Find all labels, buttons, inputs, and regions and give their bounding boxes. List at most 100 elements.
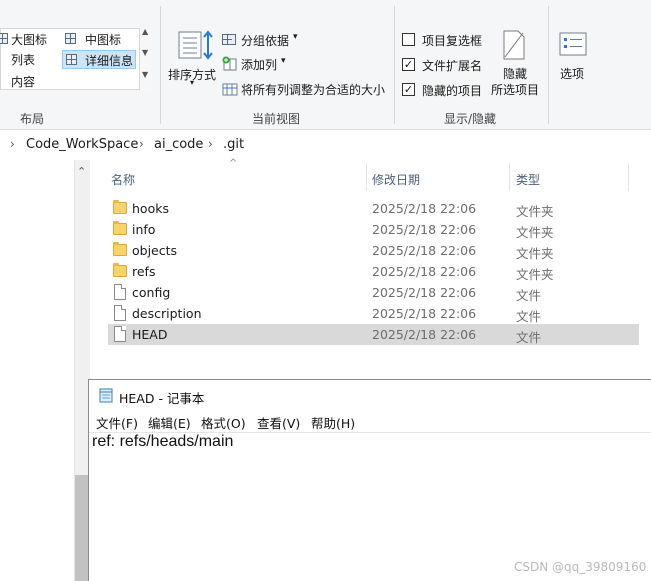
layout-large-icons[interactable]: 大图标 xyxy=(11,31,47,48)
file-type: 文件夹 xyxy=(516,225,554,240)
file-type: 文件 xyxy=(516,288,542,303)
layout-scroll[interactable]: ▲ ▼ ▼ xyxy=(139,27,152,90)
medium-icons-icon xyxy=(65,33,76,44)
file-row[interactable]: description 2025/2/18 22:06 文件 xyxy=(108,303,639,324)
file-row-selected[interactable]: HEAD 2025/2/18 22:06 文件 xyxy=(108,324,639,345)
scroll-down-icon[interactable]: ▼ xyxy=(142,48,148,57)
group-by-label: 分组依据 xyxy=(241,34,290,48)
file-date: 2025/2/18 22:06 xyxy=(372,243,477,258)
notepad-menubar: 文件(F) 编辑(E) 格式(O) 查看(V) 帮助(H) xyxy=(89,410,651,432)
chevron-down-icon: ▾ xyxy=(281,56,286,66)
column-header-date[interactable]: 修改日期 xyxy=(372,171,420,188)
column-header-type[interactable]: 类型 xyxy=(516,171,540,188)
menu-file[interactable]: 文件(F) xyxy=(96,413,138,432)
file-name: config xyxy=(132,285,171,300)
chevron-right-icon[interactable]: › xyxy=(139,137,144,151)
expand-gallery-icon[interactable]: ▼ xyxy=(142,70,148,79)
menu-format[interactable]: 格式(O) xyxy=(201,413,246,432)
folder-icon xyxy=(113,242,127,256)
file-name: hooks xyxy=(132,201,169,216)
file-date: 2025/2/18 22:06 xyxy=(372,222,477,237)
navigation-pane[interactable] xyxy=(0,160,74,581)
column-divider[interactable] xyxy=(366,163,367,191)
file-date: 2025/2/18 22:06 xyxy=(372,327,477,342)
column-divider[interactable] xyxy=(509,163,510,191)
notepad-window[interactable]: HEAD - 记事本 文件(F) 编辑(E) 格式(O) 查看(V) 帮助(H)… xyxy=(88,379,651,581)
file-name: info xyxy=(132,222,156,237)
sort-ascending-icon: ^ xyxy=(229,158,238,169)
group-by-button[interactable]: 分组依据 ▾ xyxy=(222,31,302,49)
hide-selected-icon xyxy=(503,30,525,60)
item-checkboxes-option[interactable]: 项目复选框 xyxy=(402,31,494,49)
column-divider[interactable] xyxy=(628,163,629,191)
menu-edit[interactable]: 编辑(E) xyxy=(148,413,191,432)
file-date: 2025/2/18 22:06 xyxy=(372,264,477,279)
notepad-title: HEAD - 记事本 xyxy=(119,391,205,406)
folder-icon xyxy=(113,200,127,214)
add-columns-button[interactable]: 添加列 ▾ xyxy=(222,55,292,73)
chevron-down-icon: ▾ xyxy=(293,32,298,42)
scroll-up-icon[interactable]: ⌃ xyxy=(77,165,86,178)
large-icons-icon xyxy=(0,33,8,44)
column-header-name[interactable]: 名称 xyxy=(111,171,135,188)
add-columns-label: 添加列 xyxy=(241,58,278,72)
file-type: 文件夹 xyxy=(516,204,554,219)
layout-medium-icons[interactable]: 中图标 xyxy=(85,31,121,48)
details-icon xyxy=(66,54,77,65)
breadcrumb-ai-code[interactable]: ai_code xyxy=(154,137,203,152)
fit-columns-button[interactable]: 将所有列调整为合适的大小 xyxy=(222,80,388,98)
options-button[interactable]: 选项 xyxy=(556,30,596,86)
notepad-titlebar[interactable]: HEAD - 记事本 xyxy=(89,380,651,410)
chevron-right-icon[interactable]: › xyxy=(208,137,213,151)
layout-gallery: 大图标 中图标 列表 详细信息 内容 xyxy=(0,28,152,90)
scroll-up-icon[interactable]: ▲ xyxy=(142,27,148,36)
hidden-items-label: 隐藏的项目 xyxy=(422,84,483,98)
watermark: CSDN @qq_39809160 xyxy=(514,560,647,574)
layout-list[interactable]: 列表 xyxy=(11,51,35,68)
file-row[interactable]: refs 2025/2/18 22:06 文件夹 xyxy=(108,261,639,282)
options-label: 选项 xyxy=(560,67,585,81)
breadcrumb-code-workspace[interactable]: Code_WorkSpace xyxy=(26,137,138,152)
breadcrumb-git[interactable]: .git xyxy=(223,137,244,152)
chevron-down-icon: ▾ xyxy=(190,78,195,87)
layout-details: 详细信息 xyxy=(85,54,134,68)
group-divider xyxy=(394,6,395,124)
notepad-text-area[interactable]: ref: refs/heads/main xyxy=(92,433,233,451)
group-divider xyxy=(160,6,161,124)
add-column-icon xyxy=(222,56,237,71)
file-row[interactable]: hooks 2025/2/18 22:06 文件夹 xyxy=(108,198,639,219)
file-extensions-checkbox[interactable]: ✓ xyxy=(402,58,415,71)
item-checkboxes-checkbox[interactable] xyxy=(402,33,415,46)
menu-help[interactable]: 帮助(H) xyxy=(311,413,355,432)
current-view-group-title: 当前视图 xyxy=(252,112,301,126)
item-checkboxes-label: 项目复选框 xyxy=(422,34,483,48)
chevron-right-icon[interactable]: › xyxy=(10,137,15,151)
file-type: 文件 xyxy=(516,309,542,324)
file-type: 文件夹 xyxy=(516,267,554,282)
hidden-items-option[interactable]: ✓ 隐藏的项目 xyxy=(402,81,494,99)
file-row[interactable]: info 2025/2/18 22:06 文件夹 xyxy=(108,219,639,240)
file-extensions-option[interactable]: ✓ 文件扩展名 xyxy=(402,56,494,74)
hidden-items-checkbox[interactable]: ✓ xyxy=(402,83,415,96)
layout-group-title: 布局 xyxy=(20,112,45,126)
hide-selected-button[interactable]: 隐藏 所选项目 xyxy=(490,30,542,100)
sort-by-button[interactable]: 排序方式 ▾ xyxy=(168,30,216,90)
options-icon xyxy=(559,32,587,56)
folder-icon xyxy=(113,263,127,277)
file-row[interactable]: config 2025/2/18 22:06 文件 xyxy=(108,282,639,303)
sort-icon xyxy=(178,30,213,60)
file-type: 文件 xyxy=(516,330,542,345)
folder-icon xyxy=(113,221,127,235)
notepad-icon xyxy=(99,388,113,403)
address-bar[interactable]: › Code_WorkSpace › ai_code › .git xyxy=(0,134,651,158)
navigation-scroll-thumb[interactable] xyxy=(75,475,89,581)
layout-content[interactable]: 内容 xyxy=(11,73,35,90)
layout-details-selected[interactable]: 详细信息 xyxy=(62,50,136,69)
file-row[interactable]: objects 2025/2/18 22:06 文件夹 xyxy=(108,240,639,261)
file-date: 2025/2/18 22:06 xyxy=(372,201,477,216)
show-hide-group-title: 显示/隐藏 xyxy=(444,112,497,126)
menu-view[interactable]: 查看(V) xyxy=(257,413,300,432)
fit-columns-label: 将所有列调整为合适的大小 xyxy=(241,83,386,97)
hide-selected-label-2: 所选项目 xyxy=(491,83,540,97)
file-name: description xyxy=(132,306,202,321)
